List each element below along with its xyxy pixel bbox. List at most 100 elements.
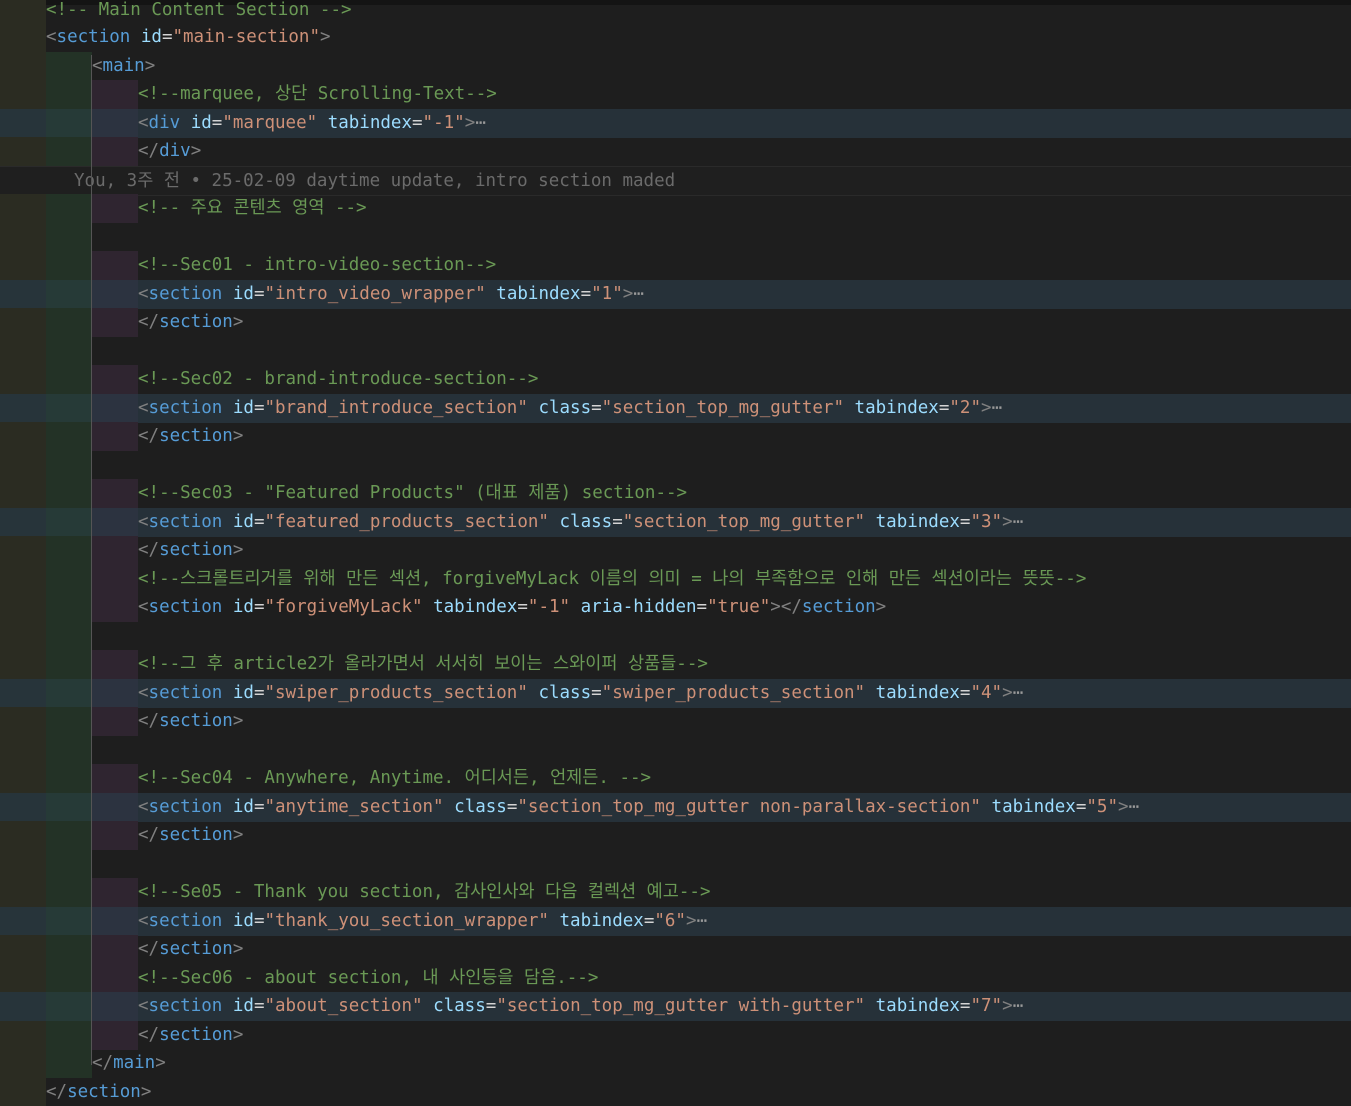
comment: <!--스크롤트리거를 위해 만든 섹션, forgiveMyLack 이름의 … — [138, 569, 1087, 589]
attribute-value: "-1" — [527, 597, 571, 617]
code-line[interactable]: <section id="brand_introduce_section" cl… — [0, 394, 1351, 423]
attribute-name: class — [538, 683, 592, 703]
code-line[interactable]: <!--Sec03 - "Featured Products" (대표 제품) … — [0, 479, 1351, 508]
attribute-name: id — [140, 27, 162, 47]
attribute-value: "anytime_section" — [264, 797, 444, 817]
code-line[interactable] — [0, 622, 1351, 651]
code-line[interactable]: <section id="swiper_products_section" cl… — [0, 679, 1351, 708]
folded-ellipsis-icon[interactable]: ⋯ — [1013, 512, 1024, 532]
code-line[interactable]: </section> — [0, 707, 1351, 736]
tag-name: section — [159, 939, 233, 959]
code-line[interactable]: <section id="about_section" class="secti… — [0, 992, 1351, 1021]
attribute-name: tabindex — [854, 398, 939, 418]
attribute-value: "forgiveMyLack" — [264, 597, 423, 617]
tag-name: section — [56, 27, 131, 47]
code-line[interactable]: <!--Se05 - Thank you section, 감사인사와 다음 컬… — [0, 878, 1351, 907]
code-line[interactable]: <!--Sec01 - intro-video-section--> — [0, 251, 1351, 280]
folded-ellipsis-icon[interactable]: ⋯ — [697, 911, 708, 931]
code-line[interactable]: <div id="marquee" tabindex="-1">⋯ — [0, 109, 1351, 138]
tag-name: main — [113, 1053, 156, 1073]
attribute-name: id — [232, 512, 254, 532]
code-line[interactable] — [0, 736, 1351, 765]
code-line[interactable]: <!--그 후 article2가 올라가면서 서서히 보이는 스와이퍼 상품들… — [0, 650, 1351, 679]
attribute-value: "6" — [654, 911, 686, 931]
code-line[interactable]: <section id="main-section"> — [0, 23, 1351, 52]
comment: <!--marquee, 상단 Scrolling-Text--> — [138, 84, 497, 104]
tag-name: section — [148, 797, 223, 817]
attribute-value: "3" — [970, 512, 1003, 532]
code-line[interactable] — [0, 223, 1351, 252]
tag-name: section — [801, 597, 876, 617]
attribute-value: "5" — [1086, 797, 1118, 817]
attribute-value: "true" — [707, 597, 771, 617]
attribute-name: aria-hidden — [580, 597, 697, 617]
code-line[interactable]: <!--marquee, 상단 Scrolling-Text--> — [0, 80, 1351, 109]
code-line[interactable] — [0, 451, 1351, 480]
code-line[interactable]: </section> — [0, 308, 1351, 337]
attribute-value: "swiper_products_section" — [264, 683, 528, 703]
code-line[interactable]: <section id="anytime_section" class="sec… — [0, 793, 1351, 822]
comment: <!--Sec03 - "Featured Products" (대표 제품) … — [138, 483, 688, 503]
code-line[interactable]: <!--스크롤트리거를 위해 만든 섹션, forgiveMyLack 이름의 … — [0, 565, 1351, 594]
folded-ellipsis-icon[interactable]: ⋯ — [633, 284, 644, 304]
attribute-value: "1" — [591, 284, 623, 304]
comment: <!--Se05 - Thank you section, 감사인사와 다음 컬… — [138, 882, 711, 902]
tag-name: section — [159, 312, 233, 332]
git-blame-text: You, 3주 전 • 25-02-09 daytime update, int… — [74, 171, 676, 191]
folded-ellipsis-icon[interactable]: ⋯ — [1013, 683, 1024, 703]
code-line[interactable]: </section> — [0, 422, 1351, 451]
code-line[interactable]: </div> — [0, 137, 1351, 166]
attribute-value: "brand_introduce_section" — [264, 398, 528, 418]
code-line[interactable]: <!--Sec06 - about section, 내 사인등을 담음.--> — [0, 964, 1351, 993]
code-line[interactable]: <section id="thank_you_section_wrapper" … — [0, 907, 1351, 936]
folded-ellipsis-icon[interactable]: ⋯ — [1013, 996, 1024, 1016]
attribute-value: "7" — [970, 996, 1003, 1016]
attribute-value: "swiper_products_section" — [601, 683, 866, 703]
attribute-name: tabindex — [559, 911, 644, 931]
attribute-name: id — [232, 996, 254, 1016]
attribute-value: "about_section" — [264, 996, 423, 1016]
comment: <!--Sec06 - about section, 내 사인등을 담음.--> — [138, 968, 599, 988]
attribute-name: class — [538, 398, 592, 418]
attribute-name: id — [232, 597, 254, 617]
attribute-value: "-1" — [422, 113, 465, 133]
attribute-value: "section_top_mg_gutter" — [601, 398, 844, 418]
code-line[interactable] — [0, 850, 1351, 879]
attribute-name: id — [190, 113, 212, 133]
code-line[interactable]: <section id="forgiveMyLack" tabindex="-1… — [0, 593, 1351, 622]
tag-name: section — [148, 683, 223, 703]
folded-ellipsis-icon[interactable]: ⋯ — [475, 113, 486, 133]
code-line[interactable]: <!--Sec02 - brand-introduce-section--> — [0, 365, 1351, 394]
attribute-value: "featured_products_section" — [264, 512, 549, 532]
code-line[interactable] — [0, 337, 1351, 366]
attribute-name: class — [433, 996, 486, 1016]
code-line[interactable]: <!-- 주요 콘텐츠 영역 --> — [0, 194, 1351, 223]
code-line[interactable]: </section> — [0, 821, 1351, 850]
attribute-name: id — [232, 284, 254, 304]
code-line[interactable]: <main> — [0, 52, 1351, 81]
attribute-name: tabindex — [875, 996, 960, 1016]
attribute-name: id — [232, 911, 254, 931]
tag-name: section — [148, 398, 223, 418]
attribute-value: "4" — [970, 683, 1003, 703]
attribute-name: class — [454, 797, 507, 817]
folded-ellipsis-icon[interactable]: ⋯ — [1129, 797, 1140, 817]
attribute-value: "marquee" — [222, 113, 318, 133]
code-line[interactable]: </section> — [0, 536, 1351, 565]
code-line[interactable]: </main> — [0, 1049, 1351, 1078]
code-editor[interactable]: <!-- Main Content Section --> <section i… — [0, 0, 1351, 1106]
code-line[interactable]: <section id="featured_products_section" … — [0, 508, 1351, 537]
code-line[interactable]: </section> — [0, 1021, 1351, 1050]
code-line[interactable]: <section id="intro_video_wrapper" tabind… — [0, 280, 1351, 309]
code-line[interactable]: </section> — [0, 935, 1351, 964]
code-line[interactable]: <!-- Main Content Section --> — [0, 0, 1351, 25]
attribute-value: "thank_you_section_wrapper" — [264, 911, 549, 931]
tag-name: section — [159, 426, 233, 446]
folded-ellipsis-icon[interactable]: ⋯ — [992, 398, 1003, 418]
attribute-name: tabindex — [327, 113, 412, 133]
code-line[interactable]: <!--Sec04 - Anywhere, Anytime. 어디서든, 언제든… — [0, 764, 1351, 793]
tag-name: section — [159, 711, 233, 731]
code-line[interactable]: </section> — [0, 1078, 1351, 1106]
attribute-name: class — [559, 512, 613, 532]
tag-name: section — [148, 911, 223, 931]
